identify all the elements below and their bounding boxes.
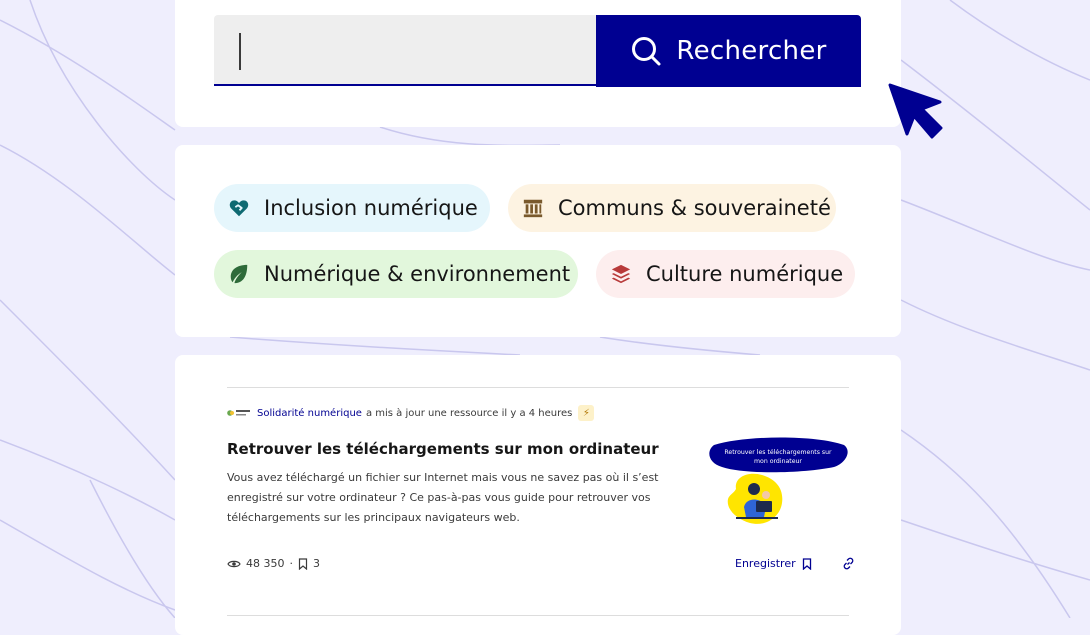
eye-icon [227, 560, 241, 567]
solidarite-numerique-logo [227, 410, 250, 416]
text-caret [239, 33, 241, 70]
search-input[interactable] [214, 15, 596, 86]
theme-label: Numérique & environnement [264, 262, 571, 286]
bolt-icon: ⚡ [578, 405, 595, 421]
search-button[interactable]: Rechercher [596, 15, 861, 87]
stack-icon [611, 264, 631, 284]
leaf-icon [230, 264, 248, 284]
saves-count: 3 [313, 557, 320, 570]
resource-actions: Enregistrer [735, 557, 855, 570]
theme-label: Communs & souveraineté [558, 196, 831, 220]
views-count: 48 350 [246, 557, 285, 570]
activity-text: a mis à jour une ressource il y a 4 heur… [365, 407, 573, 419]
search-card: Rechercher [175, 0, 901, 127]
search-button-label: Rechercher [676, 36, 827, 66]
theme-tag-numerique-environnement[interactable]: Numérique & environnement [214, 250, 578, 298]
thumbnail-title-line-2: mon ordinateur [754, 458, 802, 465]
resource-description: Vous avez téléchargé un fichier sur Inte… [227, 471, 659, 524]
resource-card: Solidarité numérique a mis à jour une re… [175, 355, 901, 635]
link-icon[interactable] [842, 557, 855, 570]
divider [227, 615, 849, 616]
heart-handshake-icon [229, 200, 249, 217]
author-link[interactable]: Solidarité numérique [257, 408, 362, 419]
resource-meta: Solidarité numérique a mis à jour une re… [227, 405, 595, 421]
theme-tag-inclusion-numerique[interactable]: Inclusion numérique [214, 184, 490, 232]
thumbnail-title-line-1: Retrouver les téléchargements sur [724, 448, 832, 456]
mouse-cursor-icon [888, 83, 943, 139]
theme-tag-communs-souverainete[interactable]: Communs & souveraineté [508, 184, 836, 232]
theme-label: Culture numérique [646, 262, 844, 286]
bookmark-icon [298, 557, 308, 570]
resource-stats: 48 350 · 3 [227, 557, 320, 570]
divider [227, 387, 849, 388]
search-icon [632, 37, 661, 66]
theme-tag-culture-numerique[interactable]: Culture numérique [596, 250, 855, 298]
save-button[interactable]: Enregistrer [735, 557, 812, 570]
bank-icon [523, 199, 543, 218]
bookmark-icon [802, 557, 811, 570]
stats-separator: · [289, 557, 294, 570]
theme-label: Inclusion numérique [264, 196, 478, 220]
resource-title[interactable]: Retrouver les téléchargements sur mon or… [227, 440, 659, 458]
themes-card: Inclusion numérique Communs & souveraine… [175, 145, 901, 337]
save-button-label: Enregistrer [735, 557, 796, 570]
resource-thumbnail[interactable]: Retrouver les téléchargements sur mon or… [706, 437, 851, 529]
